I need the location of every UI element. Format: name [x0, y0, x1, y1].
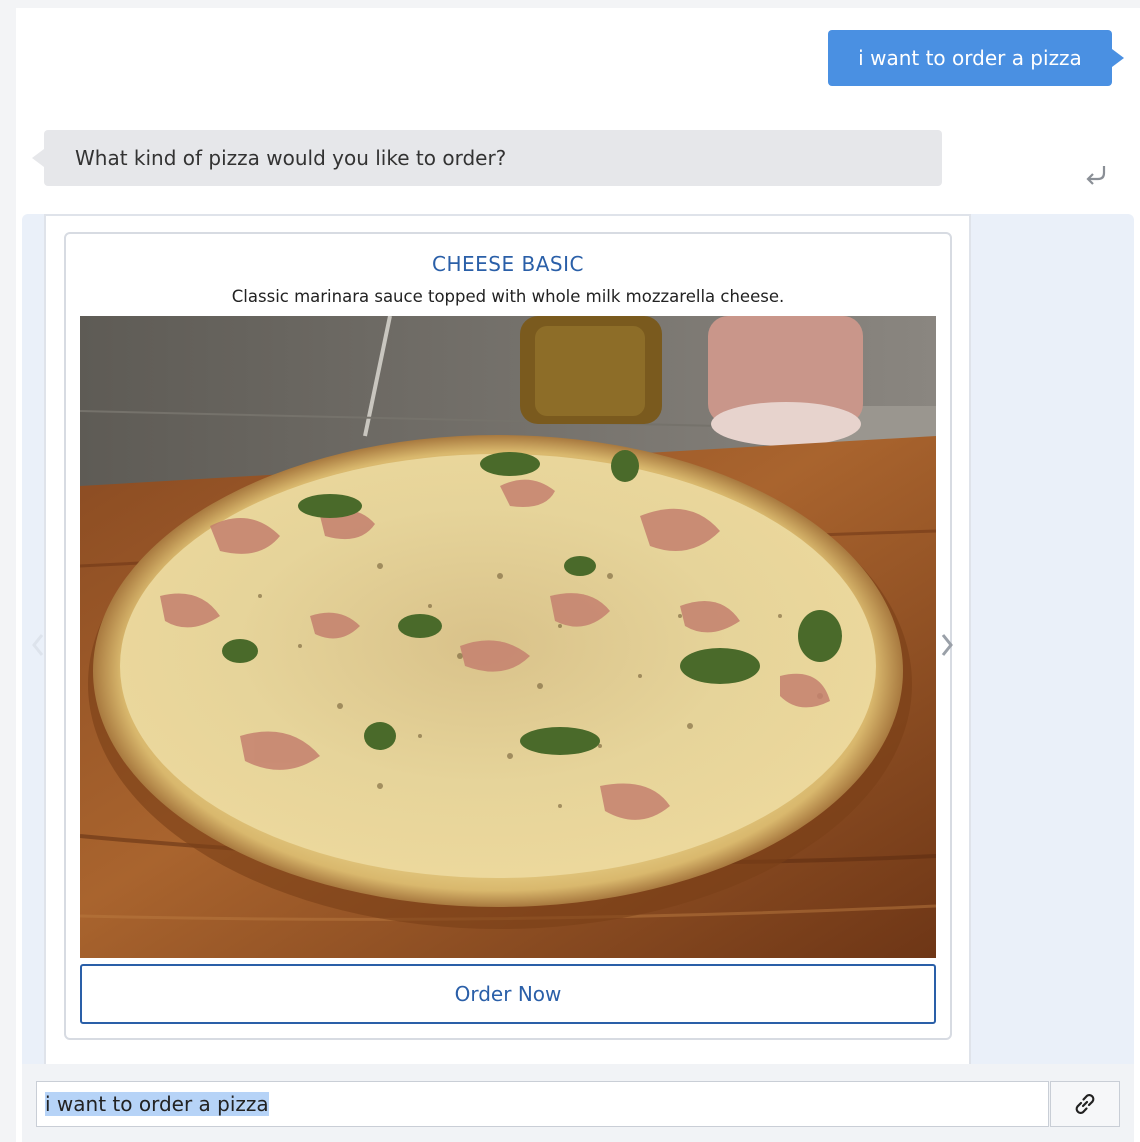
pizza-photo: [80, 316, 936, 958]
card-title: CHEESE BASIC: [432, 252, 584, 276]
user-message-text: i want to order a pizza: [858, 46, 1082, 70]
product-card: CHEESE BASIC Classic marinara sauce topp…: [64, 232, 952, 1040]
chevron-right-icon[interactable]: [939, 632, 955, 658]
chat-window: i want to order a pizza What kind of piz…: [0, 0, 1140, 1142]
card-description: Classic marinara sauce topped with whole…: [231, 287, 785, 306]
bot-message-bubble: What kind of pizza would you like to ord…: [44, 130, 942, 186]
order-now-button[interactable]: Order Now: [80, 964, 936, 1024]
message-input-value: i want to order a pizza: [45, 1092, 269, 1116]
user-message-bubble: i want to order a pizza: [828, 30, 1112, 86]
message-input[interactable]: i want to order a pizza: [36, 1081, 1049, 1127]
bot-bubble-tail: [32, 149, 44, 167]
replay-icon[interactable]: [1082, 160, 1110, 188]
attach-link-button[interactable]: [1050, 1081, 1120, 1127]
bot-message-text: What kind of pizza would you like to ord…: [75, 146, 507, 170]
user-bubble-tail: [1112, 49, 1124, 67]
link-icon: [1075, 1094, 1095, 1114]
